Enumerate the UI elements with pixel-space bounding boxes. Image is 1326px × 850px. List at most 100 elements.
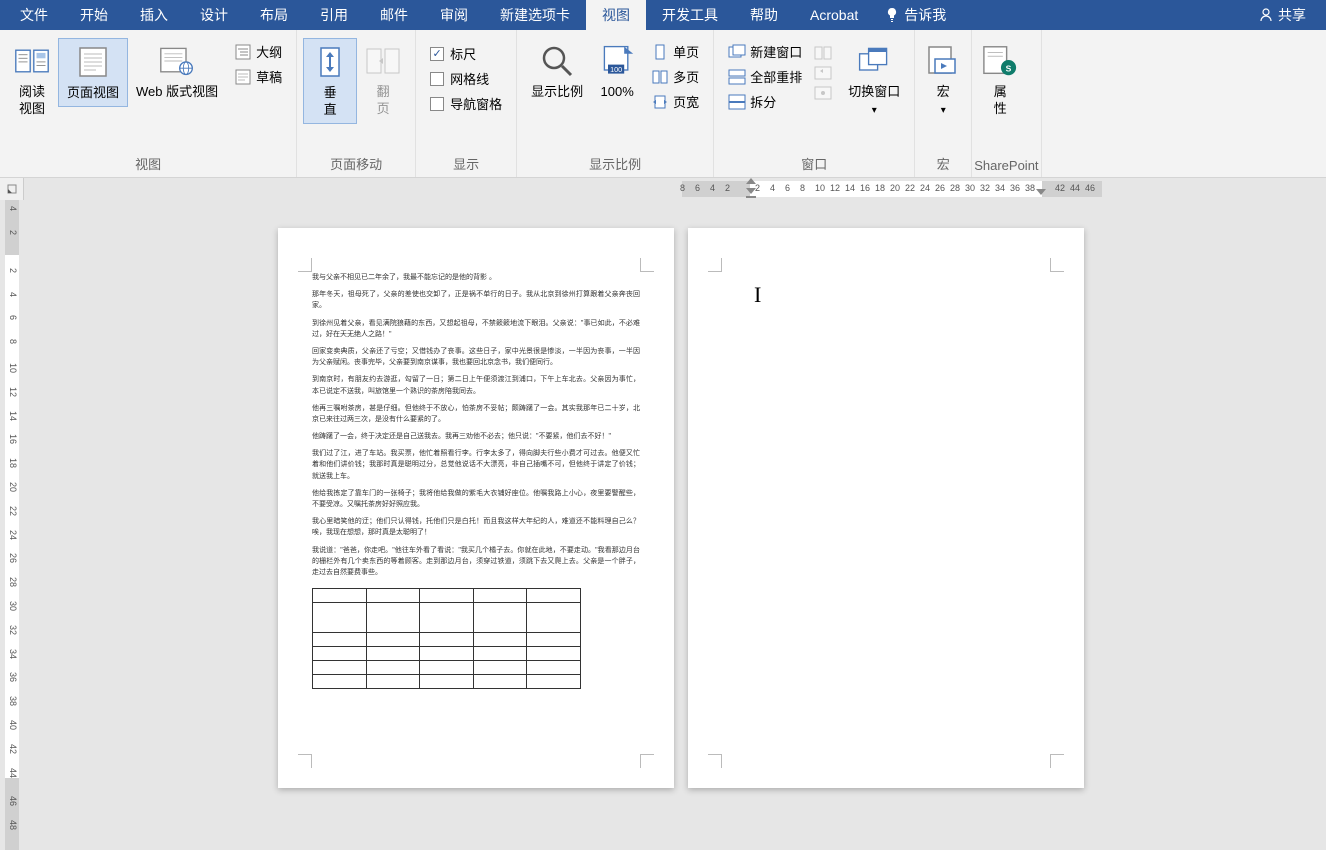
- views-group-label: 视图: [6, 152, 290, 177]
- macros-icon: [925, 42, 961, 80]
- magnifier-icon: [539, 42, 575, 80]
- margin-corner: [640, 258, 654, 272]
- margin-corner: [640, 754, 654, 768]
- split-button[interactable]: 拆分: [724, 90, 806, 113]
- document-area[interactable]: 我与父亲不相见已二年余了，我最不能忘记的是他的背影 。那年冬天，祖母死了，父亲的…: [24, 200, 1326, 798]
- menu-developer[interactable]: 开发工具: [646, 0, 734, 30]
- menubar: 文件 开始 插入 设计 布局 引用 邮件 审阅 新建选项卡 视图 开发工具 帮助…: [0, 0, 1326, 30]
- page-1: 我与父亲不相见已二年余了，我最不能忘记的是他的背影 。那年冬天，祖母死了，父亲的…: [278, 228, 674, 788]
- tell-me-label: 告诉我: [904, 5, 946, 25]
- menu-references[interactable]: 引用: [304, 0, 364, 30]
- svg-text:100: 100: [610, 65, 622, 74]
- horizontal-ruler[interactable]: 8642246810121416182022242628303234363842…: [0, 178, 1326, 200]
- outline-label: 大纲: [256, 42, 282, 61]
- split-label: 拆分: [750, 92, 776, 111]
- hundred-button[interactable]: 100 100%: [591, 38, 643, 105]
- margin-corner: [708, 258, 722, 272]
- views-group: 阅读 视图 页面视图 Web 版式视图 大纲: [0, 30, 297, 177]
- margin-corner: [708, 754, 722, 768]
- draft-icon: [234, 68, 252, 86]
- properties-button[interactable]: S 属 性: [974, 38, 1026, 122]
- table-row: [313, 589, 581, 603]
- menu-layout[interactable]: 布局: [244, 0, 304, 30]
- one-page-icon: [651, 43, 669, 61]
- page-width-button[interactable]: 页宽: [647, 90, 703, 113]
- nav-pane-checkbox[interactable]: 导航窗格: [426, 92, 506, 115]
- menu-review[interactable]: 审阅: [424, 0, 484, 30]
- draft-label: 草稿: [256, 67, 282, 86]
- document-text[interactable]: 我与父亲不相见已二年余了，我最不能忘记的是他的背影 。那年冬天，祖母死了，父亲的…: [312, 272, 640, 578]
- new-window-button[interactable]: 新建窗口: [724, 40, 806, 63]
- web-view-button[interactable]: Web 版式视图: [128, 38, 226, 105]
- share-button[interactable]: 共享: [1242, 0, 1322, 30]
- table-row: [313, 647, 581, 661]
- table-row: [313, 675, 581, 689]
- table-row: [313, 661, 581, 675]
- show-group: ✓ 标尺 网格线 导航窗格 显示: [416, 30, 517, 177]
- share-label: 共享: [1278, 5, 1306, 25]
- svg-text:S: S: [1006, 63, 1012, 73]
- menu-home[interactable]: 开始: [64, 0, 124, 30]
- hundred-label: 100%: [601, 84, 634, 101]
- outline-button[interactable]: 大纲: [230, 40, 286, 63]
- vertical-label: 垂 直: [324, 85, 337, 119]
- vertical-icon: [312, 43, 348, 81]
- switch-window-button[interactable]: 切换窗口▾: [840, 38, 908, 122]
- one-page-button[interactable]: 单页: [647, 40, 703, 63]
- menu-design[interactable]: 设计: [184, 0, 244, 30]
- table-row: [313, 633, 581, 647]
- menu-view[interactable]: 视图: [586, 0, 646, 30]
- read-view-label: 阅读 视图: [19, 84, 45, 118]
- draft-button[interactable]: 草稿: [230, 65, 286, 88]
- page-view-icon: [75, 43, 111, 81]
- arrange-all-button[interactable]: 全部重排: [724, 65, 806, 88]
- show-group-label: 显示: [422, 152, 510, 177]
- bulb-icon: [884, 7, 900, 23]
- vertical-ruler[interactable]: 4224681012141618202224262830323436384042…: [0, 200, 24, 798]
- properties-label: 属 性: [994, 84, 1007, 118]
- document-table[interactable]: [312, 588, 581, 689]
- switch-window-icon: [856, 42, 892, 80]
- arrange-all-icon: [728, 68, 746, 86]
- menu-insert[interactable]: 插入: [124, 0, 184, 30]
- macros-group-label: 宏: [917, 152, 969, 177]
- menu-file[interactable]: 文件: [4, 0, 64, 30]
- zoom-group-label: 显示比例: [523, 152, 707, 177]
- read-view-icon: [14, 42, 50, 80]
- page-move-group-label: 页面移动: [303, 152, 409, 177]
- reset-position-icon: [814, 84, 832, 102]
- menu-help[interactable]: 帮助: [734, 0, 794, 30]
- sharepoint-group-label: SharePoint: [974, 156, 1038, 177]
- vertical-button[interactable]: 垂 直: [303, 38, 357, 124]
- ribbon: 阅读 视图 页面视图 Web 版式视图 大纲: [0, 30, 1326, 178]
- table-row: [313, 603, 581, 633]
- unchecked-icon: [430, 72, 444, 86]
- tell-me[interactable]: 告诉我: [874, 0, 956, 30]
- new-window-icon: [728, 43, 746, 61]
- gridlines-checkbox[interactable]: 网格线: [426, 67, 506, 90]
- ruler-corner[interactable]: [0, 178, 24, 200]
- hundred-icon: 100: [599, 42, 635, 80]
- multi-page-button[interactable]: 多页: [647, 65, 703, 88]
- macros-button[interactable]: 宏▾: [917, 38, 969, 122]
- zoom-group: 显示比例 100 100% 单页 多页 页宽: [517, 30, 714, 177]
- zoom-label: 显示比例: [531, 84, 583, 101]
- arrange-all-label: 全部重排: [750, 67, 802, 86]
- ruler-label: 标尺: [450, 44, 476, 63]
- web-view-icon: [159, 42, 195, 80]
- one-page-label: 单页: [673, 42, 699, 61]
- menu-newtab[interactable]: 新建选项卡: [484, 0, 586, 30]
- menu-acrobat[interactable]: Acrobat: [794, 0, 874, 30]
- side-by-side-icon: [814, 44, 832, 62]
- page-view-button[interactable]: 页面视图: [58, 38, 128, 107]
- macros-label: 宏▾: [937, 84, 950, 118]
- sharepoint-group: S 属 性 SharePoint: [972, 30, 1041, 177]
- outline-icon: [234, 43, 252, 61]
- macros-group: 宏▾ 宏: [915, 30, 972, 177]
- ruler-checkbox[interactable]: ✓ 标尺: [426, 42, 506, 65]
- margin-corner: [1050, 258, 1064, 272]
- flip-button: 翻 页: [357, 38, 409, 122]
- menu-mailings[interactable]: 邮件: [364, 0, 424, 30]
- zoom-button[interactable]: 显示比例: [523, 38, 591, 105]
- read-view-button[interactable]: 阅读 视图: [6, 38, 58, 122]
